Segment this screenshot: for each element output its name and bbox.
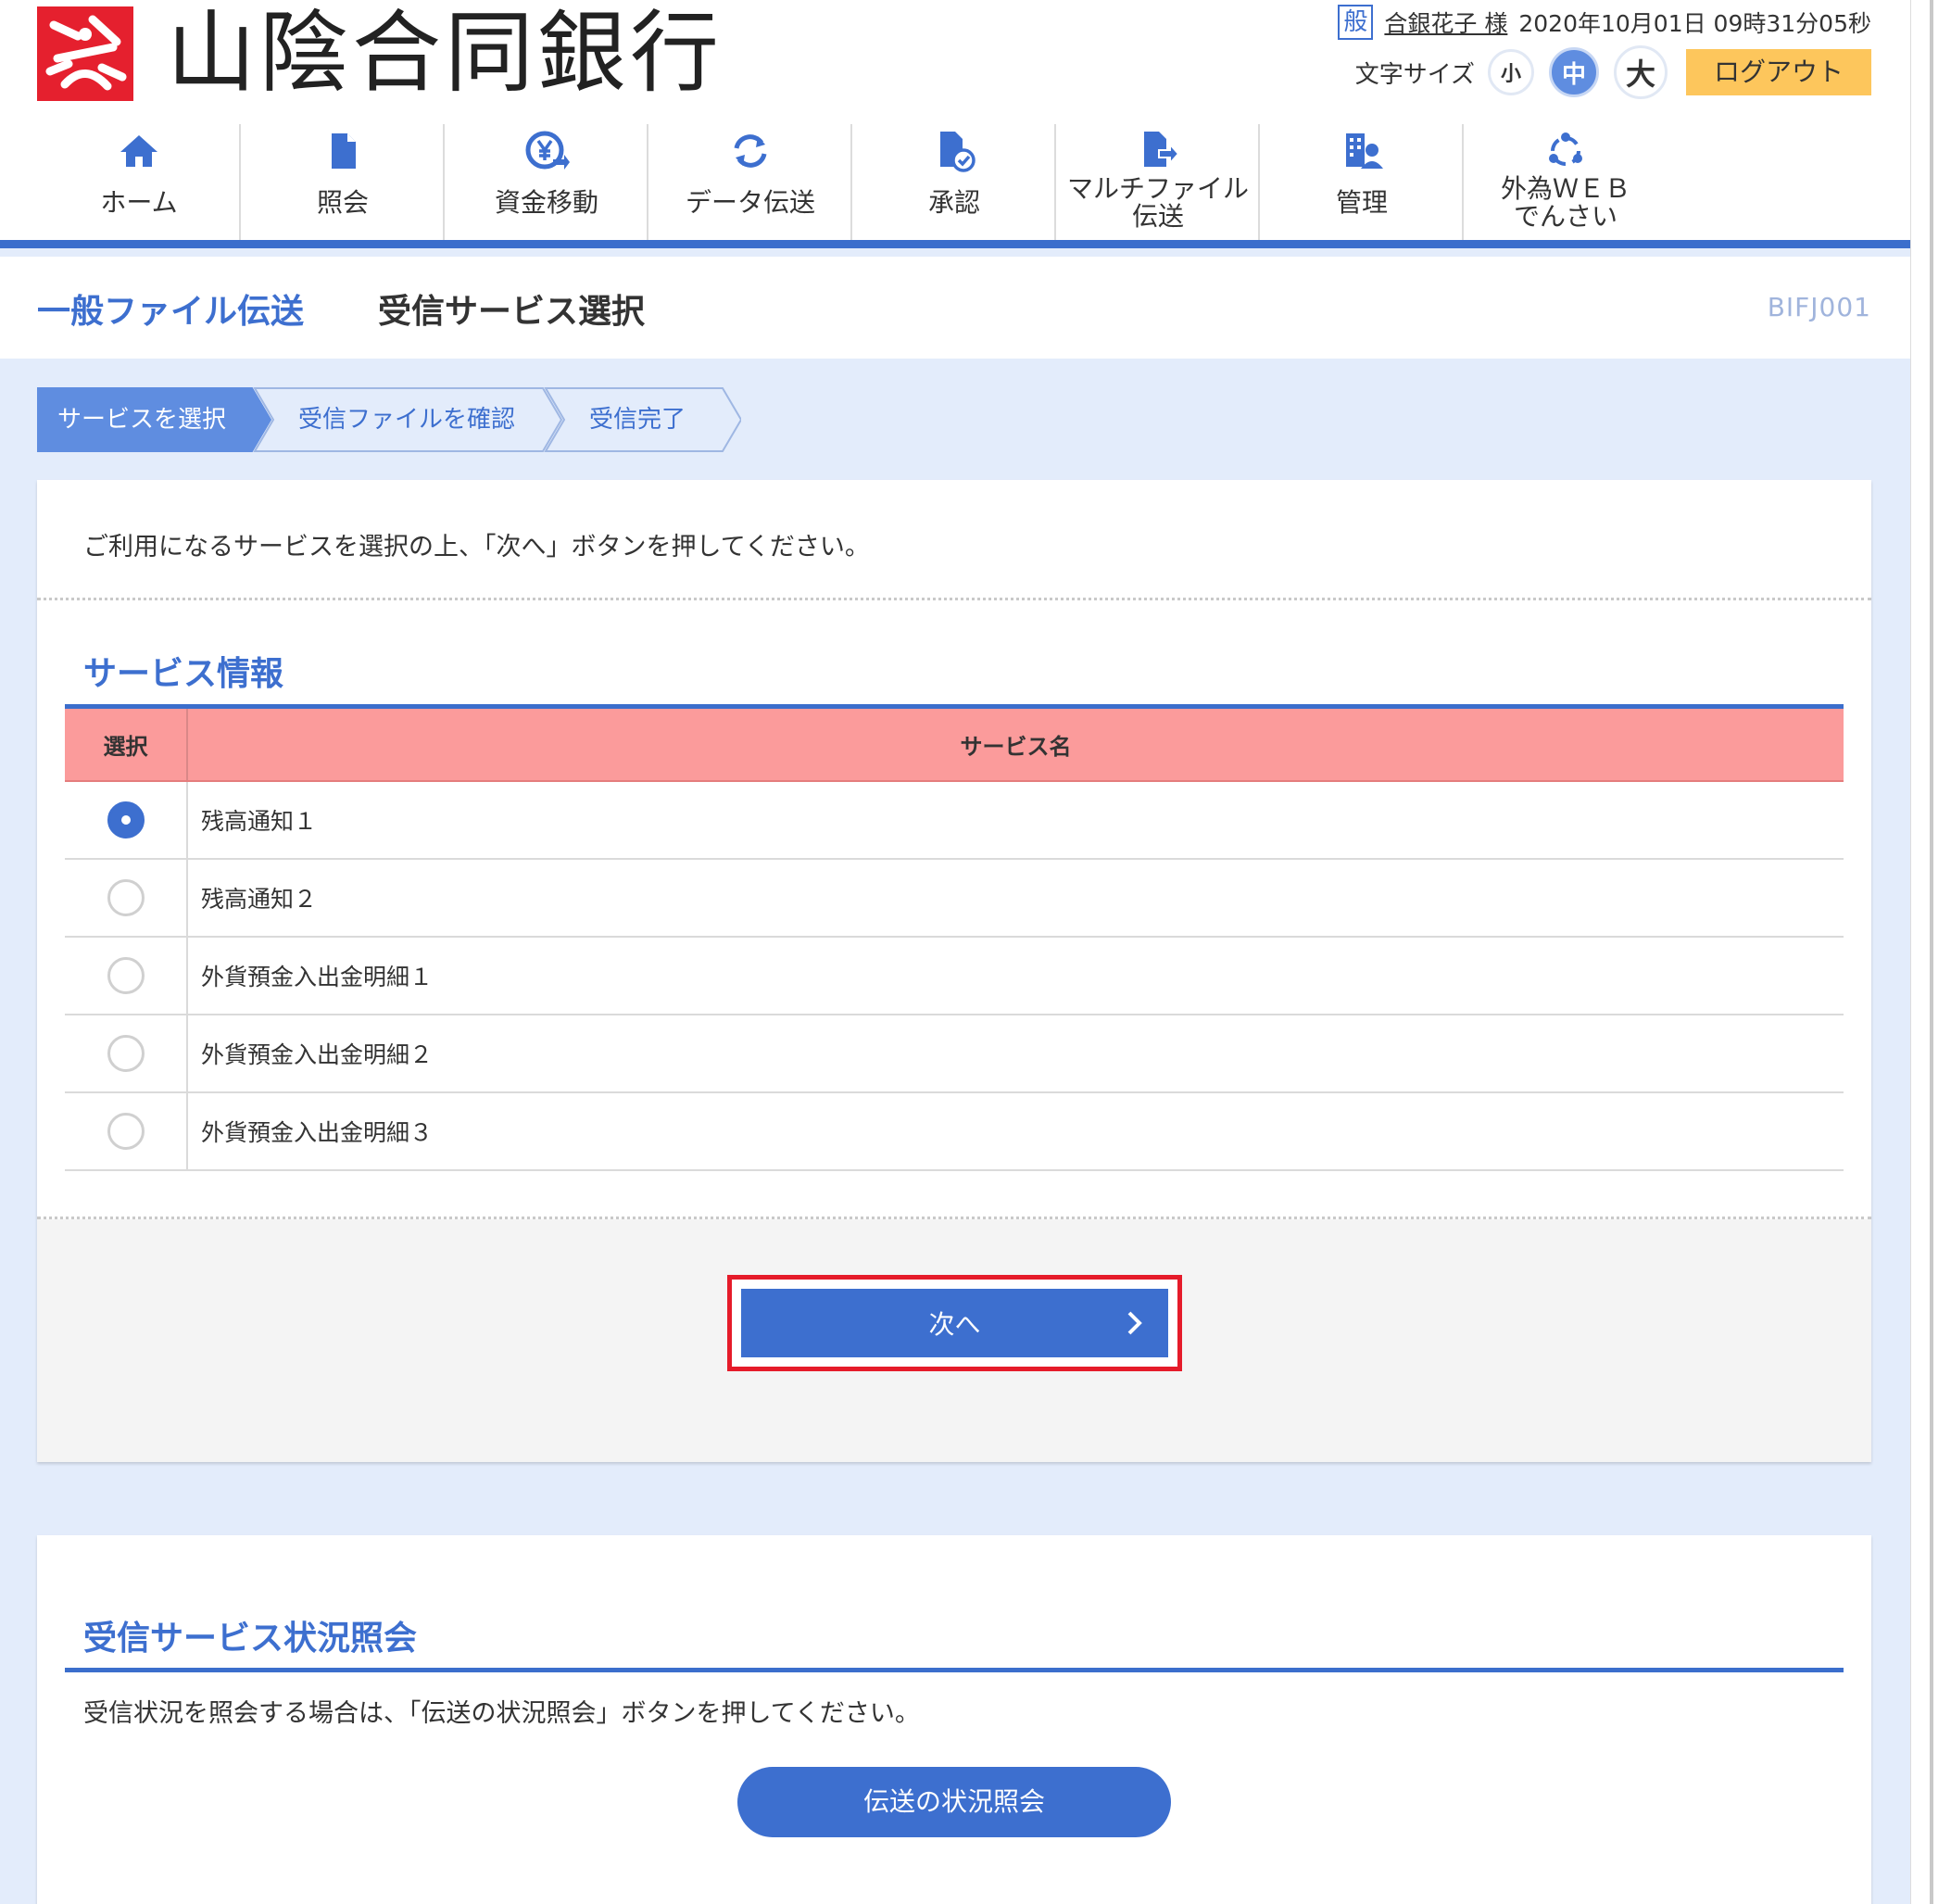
header: 山陰合同銀行 般 合銀花子 様 2020年10月01日 09時31分05秒 文字… — [0, 0, 1910, 124]
service-table: 選択 サービス名 残高通知１ 残高通知２ 外貨預金入出金明細１ 外貨預金入出金明… — [65, 704, 1844, 1171]
scrollbar-thumb[interactable] — [1930, 0, 1933, 1904]
refresh-icon — [734, 134, 767, 168]
service-selection-panel: ご利用になるサービスを選択の上、「次へ」ボタンを押してください。 サービス情報 … — [37, 480, 1871, 1462]
next-button[interactable]: 次へ — [741, 1289, 1168, 1357]
nav-label: 管理 — [1335, 187, 1388, 218]
next-button-label: 次へ — [928, 1309, 981, 1340]
nav-label: 外為ＷＥＢ でんさい — [1500, 173, 1630, 232]
service-name: 外貨預金入出金明細２ — [187, 1014, 1844, 1093]
logout-button[interactable]: ログアウト — [1686, 49, 1871, 95]
table-row[interactable]: 外貨預金入出金明細３ — [65, 1091, 1844, 1171]
nav-fund-transfer[interactable]: 資金移動 — [445, 124, 648, 248]
document-icon — [332, 133, 356, 169]
nav-management[interactable]: 管理 — [1260, 124, 1464, 248]
page-category: 一般ファイル伝送 — [37, 293, 305, 331]
step-2: 受信ファイルを確認 — [298, 406, 516, 434]
scrollbar[interactable] — [1910, 0, 1951, 1904]
page: 山陰合同銀行 般 合銀花子 様 2020年10月01日 09時31分05秒 文字… — [0, 0, 1910, 1904]
screen-id: BIFJ001 — [1767, 292, 1871, 322]
user-type-badge: 般 — [1338, 5, 1374, 40]
nav-home[interactable]: ホーム — [37, 124, 241, 248]
nav-label: 照会 — [316, 187, 369, 218]
font-size-medium-button[interactable]: 中 — [1549, 47, 1599, 97]
font-size-switcher: 文字サイズ 小 中 大 ログアウト — [1354, 45, 1871, 99]
status-instruction-text: 受信状況を照会する場合は、「伝送の状況照会」ボタンを押してください。 — [83, 1699, 920, 1728]
nav-data-transmission[interactable]: データ伝送 — [648, 124, 852, 248]
global-nav: ホーム 照会 資金移動 データ伝送 承認 マルチファイル 伝送 管理 外為ＷＥＢ… — [0, 124, 1910, 248]
section-title: 受信サービス状況照会 — [83, 1620, 418, 1658]
bank-name: 山陰合同銀行 — [167, 1, 723, 105]
service-name: 残高通知２ — [187, 858, 1844, 938]
font-size-small-button[interactable]: 小 — [1488, 49, 1534, 95]
nav-inquiry[interactable]: 照会 — [241, 124, 445, 248]
font-size-label: 文字サイズ — [1354, 60, 1475, 89]
column-header-select: 選択 — [65, 704, 188, 782]
service-radio[interactable] — [107, 1034, 145, 1072]
nav-label: マルチファイル 伝送 — [1066, 173, 1249, 232]
column-header-service-name: サービス名 — [187, 704, 1844, 782]
table-row[interactable]: 外貨預金入出金明細２ — [65, 1014, 1844, 1093]
bank-logo-mark — [37, 6, 133, 101]
login-datetime: 2020年10月01日 09時31分05秒 — [1518, 10, 1871, 37]
nav-label: ホーム — [100, 187, 178, 218]
nav-label: 承認 — [927, 187, 980, 218]
nav-forex-densai[interactable]: 外為ＷＥＢ でんさい — [1464, 124, 1668, 248]
page-title: 受信サービス選択 — [378, 293, 646, 331]
approve-document-icon — [940, 132, 976, 172]
table-row[interactable]: 残高通知２ — [65, 858, 1844, 938]
section-title: サービス情報 — [83, 655, 284, 693]
file-export-icon — [1144, 132, 1180, 167]
nav-approval[interactable]: 承認 — [852, 124, 1056, 248]
user-info: 般 合銀花子 様 2020年10月01日 09時31分05秒 — [1338, 4, 1871, 41]
instruction-text: ご利用になるサービスを選択の上、「次へ」ボタンを押してください。 — [83, 533, 870, 561]
bank-logo-icon — [37, 6, 133, 101]
home-icon — [120, 135, 157, 167]
service-name: 外貨預金入出金明細１ — [187, 936, 1844, 1015]
step-3: 受信完了 — [589, 406, 686, 434]
font-size-large-button[interactable]: 大 — [1614, 45, 1668, 99]
section-rule — [65, 1668, 1844, 1672]
service-name: 残高通知１ — [187, 780, 1844, 860]
step-indicator: サービスを選択 受信ファイルを確認 受信完了 — [37, 387, 741, 452]
chevron-right-icon — [1127, 1311, 1142, 1335]
title-bar: 一般ファイル伝送 受信サービス選択 BIFJ001 — [0, 257, 1910, 359]
nav-multi-file-transmission[interactable]: マルチファイル 伝送 — [1056, 124, 1260, 248]
table-row[interactable]: 残高通知１ — [65, 780, 1844, 860]
user-name-link[interactable]: 合銀花子 様 — [1384, 6, 1507, 39]
service-radio[interactable] — [107, 1112, 145, 1150]
service-name: 外貨預金入出金明細３ — [187, 1091, 1844, 1171]
status-inquiry-panel: 受信サービス状況照会 受信状況を照会する場合は、「伝送の状況照会」ボタンを押して… — [37, 1535, 1871, 1904]
divider — [37, 598, 1871, 600]
cycle-icon — [1549, 132, 1582, 166]
nav-label: データ伝送 — [685, 187, 815, 218]
service-radio[interactable] — [107, 878, 145, 916]
step-1-current: サービスを選択 — [57, 406, 227, 434]
nav-label: 資金移動 — [494, 187, 598, 218]
action-area: 次へ — [37, 1219, 1871, 1462]
building-user-icon — [1346, 133, 1383, 169]
service-radio[interactable] — [107, 956, 145, 994]
next-button-highlight: 次へ — [727, 1275, 1182, 1371]
yen-transfer-icon — [525, 131, 570, 170]
table-row[interactable]: 外貨預金入出金明細１ — [65, 936, 1844, 1015]
transmission-status-button[interactable]: 伝送の状況照会 — [737, 1767, 1171, 1837]
service-radio-checked[interactable] — [107, 801, 145, 839]
